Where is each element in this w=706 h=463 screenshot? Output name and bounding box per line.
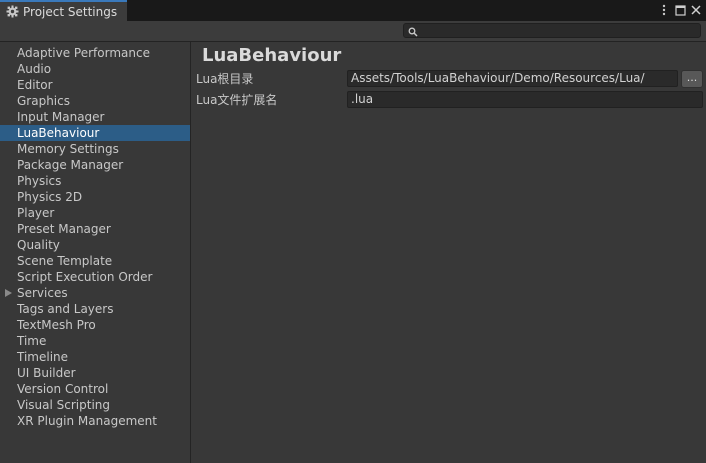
foldout-arrow-icon[interactable]: [5, 289, 12, 297]
sidebar-item-label: LuaBehaviour: [17, 126, 100, 140]
lua-root-dir-field[interactable]: Assets/Tools/LuaBehaviour/Demo/Resources…: [347, 70, 678, 87]
sidebar-item-label: XR Plugin Management: [17, 414, 157, 428]
sidebar-item-label: Audio: [17, 62, 52, 76]
sidebar-item-memory-settings[interactable]: Memory Settings: [0, 141, 190, 157]
sidebar-item-textmesh-pro[interactable]: TextMesh Pro: [0, 317, 190, 333]
lua-root-dir-row: Lua根目录 Assets/Tools/LuaBehaviour/Demo/Re…: [192, 70, 706, 88]
sidebar-item-visual-scripting[interactable]: Visual Scripting: [0, 397, 190, 413]
project-settings-tab[interactable]: Project Settings: [0, 0, 127, 21]
sidebar-item-ui-builder[interactable]: UI Builder: [0, 365, 190, 381]
sidebar-item-label: Physics 2D: [17, 190, 83, 204]
settings-content: LuaBehaviour Lua根目录 Assets/Tools/LuaBeha…: [192, 42, 706, 463]
lua-file-ext-label: Lua文件扩展名: [196, 93, 278, 107]
sidebar-item-script-execution-order[interactable]: Script Execution Order: [0, 269, 190, 285]
sidebar-item-services[interactable]: Services: [0, 285, 190, 301]
sidebar-item-xr-plugin-management[interactable]: XR Plugin Management: [0, 413, 190, 429]
sidebar-item-quality[interactable]: Quality: [0, 237, 190, 253]
sidebar-item-label: UI Builder: [17, 366, 76, 380]
sidebar-item-label: Adaptive Performance: [17, 46, 150, 60]
sidebar-item-label: Visual Scripting: [17, 398, 110, 412]
tab-title: Project Settings: [23, 4, 118, 19]
search-icon: [408, 26, 418, 37]
settings-toolbar: [0, 21, 706, 42]
search-box[interactable]: [403, 23, 701, 38]
sidebar-item-label: Graphics: [17, 94, 70, 108]
sidebar-item-timeline[interactable]: Timeline: [0, 349, 190, 365]
sidebar-item-label: TextMesh Pro: [17, 318, 96, 332]
sidebar-item-luabehaviour[interactable]: LuaBehaviour: [0, 125, 190, 141]
close-icon[interactable]: [690, 3, 702, 17]
sidebar-item-label: Services: [17, 286, 68, 300]
sidebar-item-adaptive-performance[interactable]: Adaptive Performance: [0, 45, 190, 61]
lua-root-dir-label: Lua根目录: [196, 72, 254, 86]
lua-file-ext-field[interactable]: .lua: [347, 91, 703, 108]
sidebar-item-physics[interactable]: Physics: [0, 173, 190, 189]
sidebar-item-time[interactable]: Time: [0, 333, 190, 349]
sidebar-item-editor[interactable]: Editor: [0, 77, 190, 93]
sidebar-item-physics-2d[interactable]: Physics 2D: [0, 189, 190, 205]
page-title: LuaBehaviour: [202, 45, 342, 66]
sidebar-item-input-manager[interactable]: Input Manager: [0, 109, 190, 125]
sidebar-item-player[interactable]: Player: [0, 205, 190, 221]
sidebar-item-label: Package Manager: [17, 158, 124, 172]
more-options-icon[interactable]: [658, 3, 670, 17]
sidebar-item-label: Preset Manager: [17, 222, 111, 236]
lua-file-ext-row: Lua文件扩展名 .lua: [192, 91, 706, 109]
sidebar-item-label: Physics: [17, 174, 62, 188]
search-input[interactable]: [420, 24, 698, 37]
sidebar-item-label: Input Manager: [17, 110, 105, 124]
sidebar-item-version-control[interactable]: Version Control: [0, 381, 190, 397]
sidebar-item-label: Memory Settings: [17, 142, 119, 156]
sidebar-item-tags-and-layers[interactable]: Tags and Layers: [0, 301, 190, 317]
settings-sidebar: Adaptive Performance Audio Editor Graphics I…: [0, 42, 191, 463]
sidebar-item-audio[interactable]: Audio: [0, 61, 190, 77]
sidebar-item-preset-manager[interactable]: Preset Manager: [0, 221, 190, 237]
sidebar-item-label: Timeline: [17, 350, 69, 364]
sidebar-item-label: Player: [17, 206, 55, 220]
sidebar-item-label: Scene Template: [17, 254, 113, 268]
sidebar-item-label: Time: [17, 334, 47, 348]
settings-category-list: Adaptive Performance Audio Editor Graphics I…: [0, 45, 190, 429]
sidebar-item-label: Tags and Layers: [17, 302, 114, 316]
sidebar-item-package-manager[interactable]: Package Manager: [0, 157, 190, 173]
sidebar-item-label: Version Control: [17, 382, 109, 396]
window-tab-bar: Project Settings: [0, 0, 706, 21]
sidebar-item-scene-template[interactable]: Scene Template: [0, 253, 190, 269]
gear-icon: [6, 5, 19, 18]
sidebar-item-label: Quality: [17, 238, 60, 252]
sidebar-item-label: Script Execution Order: [17, 270, 153, 284]
maximize-icon[interactable]: [674, 3, 686, 17]
sidebar-item-graphics[interactable]: Graphics: [0, 93, 190, 109]
sidebar-item-label: Editor: [17, 78, 53, 92]
browse-button[interactable]: ...: [681, 70, 703, 88]
